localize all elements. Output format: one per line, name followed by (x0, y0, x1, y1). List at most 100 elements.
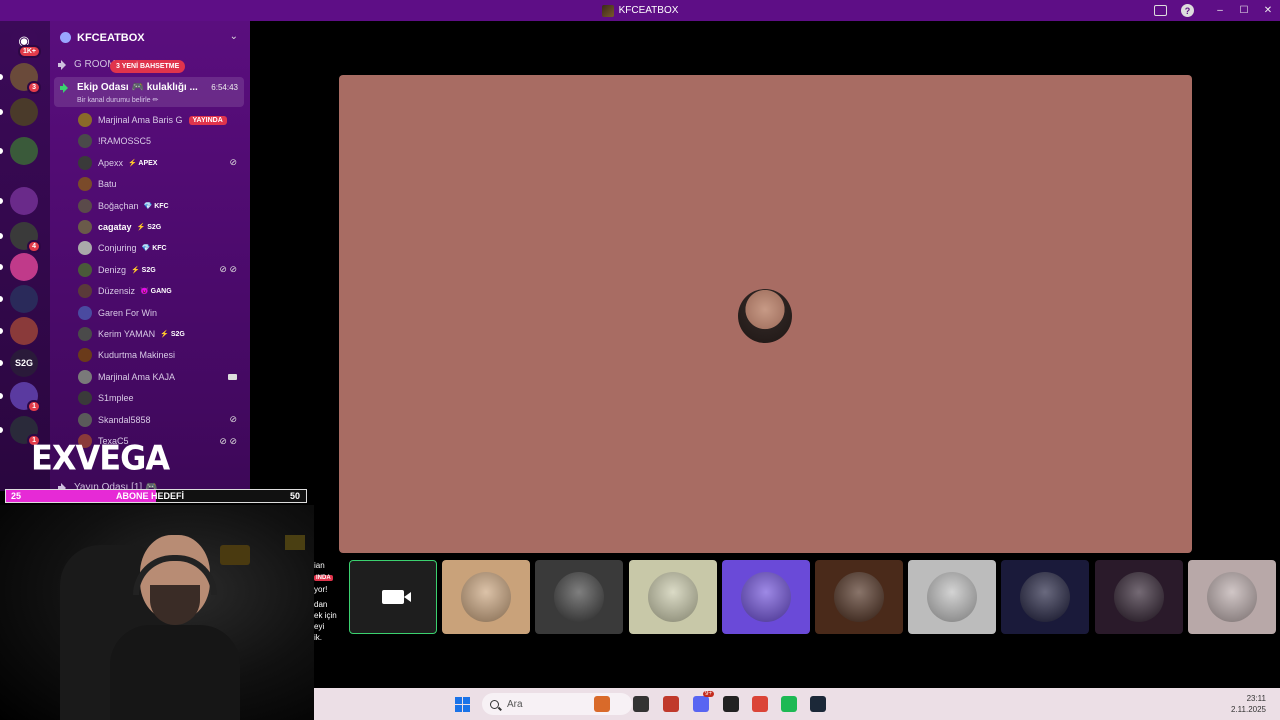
server-unread-pill (0, 198, 3, 204)
focused-participant-avatar (738, 289, 792, 343)
video-camera-icon (382, 590, 411, 604)
participant-avatar (927, 572, 978, 622)
voice-member[interactable]: Kerim YAMAN ⚡ S2G (78, 325, 243, 343)
voice-member[interactable]: Düzensiz 😈 GANG (78, 282, 243, 300)
server-unread-pill (0, 148, 3, 154)
close-button[interactable]: ✕ (1256, 0, 1280, 21)
server-icon-server-s2g[interactable]: S2G (10, 349, 38, 377)
inbox-icon (1153, 5, 1167, 16)
server-icon-server-4[interactable] (10, 187, 38, 215)
participant-avatar (554, 572, 605, 622)
member-name: Kerim YAMAN (98, 329, 156, 339)
windows-start-icon[interactable] (455, 697, 470, 712)
server-avatar (10, 187, 38, 215)
participant-tile-camera-off[interactable] (349, 560, 437, 634)
clan-tag: 😈 GANG (140, 288, 172, 296)
live-badge[interactable]: YAYINDA (188, 115, 227, 125)
server-icon-server-cagatay[interactable] (10, 137, 38, 165)
voice-member[interactable]: !RAMOSSC5 (78, 132, 243, 150)
system-clock[interactable]: 23:11 2.11.2025 (1231, 693, 1266, 715)
voice-member[interactable]: Boğaçhan 💎 KFC (78, 197, 243, 215)
server-icon-server-7[interactable] (10, 285, 38, 313)
participant-avatar (1206, 572, 1257, 622)
active-voice-channel[interactable]: Ekip Odası 🎮 kulaklığı ... 6:54:43 Bir k… (54, 77, 244, 107)
chrome-icon[interactable] (752, 696, 768, 712)
avatar (78, 262, 92, 277)
member-name: Kudurtma Makinesi (98, 350, 176, 361)
video-camera-icon (228, 373, 237, 380)
participant-tile-participant-3[interactable] (535, 560, 624, 634)
speaker-icon (60, 83, 70, 93)
voice-member[interactable]: Marjinal Ama KAJA (78, 368, 243, 386)
widgets-icon[interactable] (594, 696, 610, 712)
search-placeholder: Ara (507, 698, 523, 710)
chat-line: ik. (314, 633, 322, 642)
clan-tag: ⚡ APEX (128, 159, 158, 167)
voice-member[interactable]: cagatay ⚡ S2G (78, 218, 243, 236)
participant-tile-participant-5[interactable] (721, 560, 810, 634)
server-avatar (10, 253, 38, 281)
channel-timer: 6:54:43 (211, 83, 238, 92)
steam-icon[interactable] (810, 696, 826, 712)
member-name: Conjuring (98, 243, 137, 254)
avatar (78, 284, 92, 299)
chevron-down-icon[interactable]: ⌄ (230, 31, 238, 42)
avatar (78, 369, 92, 384)
chat-line: eyi (314, 622, 325, 631)
server-avatar (10, 98, 38, 126)
voice-member[interactable]: Kudurtma Makinesi (78, 346, 243, 364)
voice-member[interactable]: Denizg ⚡ S2G ⊘ ⊘ (78, 261, 243, 279)
server-icon-server-6[interactable] (10, 253, 38, 281)
minimize-button[interactable]: – (1208, 0, 1232, 21)
app-black-icon[interactable] (723, 696, 739, 712)
participant-tile-participant-2[interactable] (442, 560, 531, 634)
channel-status[interactable]: Bir kanal durumu belirle ✏ (77, 96, 158, 104)
channel-prev[interactable]: G ROOM (58, 59, 116, 70)
muted-icon: ⊘ (229, 414, 237, 425)
voice-member[interactable]: Apexx ⚡ APEX ⊘ (78, 154, 243, 172)
participant-avatar (461, 572, 512, 622)
home-button[interactable]: ◉ 1K+ (10, 27, 41, 58)
voice-member[interactable]: Marjinal Ama Baris G YAYINDA (78, 111, 243, 129)
server-logo-icon (601, 4, 614, 17)
guild-header[interactable]: KFCEATBOX (50, 21, 250, 54)
server-icon-server-5[interactable]: 4 (10, 222, 41, 253)
maximize-button[interactable]: ☐ (1232, 0, 1256, 21)
new-mentions-badge[interactable]: 3 YENİ BAHSETME (110, 60, 186, 73)
sub-goal-bar: 25 ABONE HEDEFİ 50 (5, 489, 307, 503)
participant-tile-participant-7[interactable] (908, 560, 997, 634)
app-news-icon[interactable] (663, 696, 679, 712)
voice-member[interactable]: Skandal5858 ⊘ (78, 411, 243, 429)
participant-tile-participant-4[interactable] (628, 560, 717, 634)
member-name: Düzensiz (98, 286, 136, 297)
server-icon-server-10[interactable]: 1 (10, 382, 41, 413)
chat-line: ian (314, 561, 325, 570)
inbox-button[interactable] (1153, 4, 1167, 18)
spotify-icon[interactable] (781, 696, 797, 712)
background-light (220, 545, 250, 565)
muted-icon: ⊘ ⊘ (219, 435, 237, 446)
notification-badge: 9+ (703, 691, 714, 697)
server-icon-server-1[interactable]: 3 (10, 63, 41, 94)
server-unread-pill (0, 427, 3, 433)
chat-line: ek için (314, 611, 337, 620)
server-icon-server-2[interactable] (10, 98, 38, 126)
participant-avatar (740, 572, 791, 622)
task-view-icon[interactable] (633, 696, 649, 712)
participant-tile-participant-8[interactable] (1001, 560, 1090, 634)
member-name: Skandal5858 (98, 414, 151, 425)
member-name: S1mplee (98, 393, 134, 404)
avatar (78, 327, 92, 341)
participant-tile-participant-9[interactable] (1094, 560, 1183, 634)
server-icon-server-8[interactable] (10, 317, 38, 345)
help-icon[interactable]: ? (1181, 4, 1194, 17)
channel-sidebar: KFCEATBOX ⌄ G ROOM 3 YENİ BAHSETME Ekip … (50, 21, 250, 493)
discord-icon[interactable]: 9+ (693, 691, 714, 712)
participant-tile-participant-6[interactable] (815, 560, 903, 634)
participant-tile-participant-10[interactable] (1187, 560, 1276, 634)
voice-member[interactable]: Conjuring 💎 KFC (78, 239, 243, 257)
voice-member[interactable]: Batu (78, 175, 243, 193)
participant-avatar (647, 572, 698, 622)
voice-member[interactable]: Garen For Win (78, 304, 243, 322)
voice-member[interactable]: S1mplee (78, 389, 243, 407)
